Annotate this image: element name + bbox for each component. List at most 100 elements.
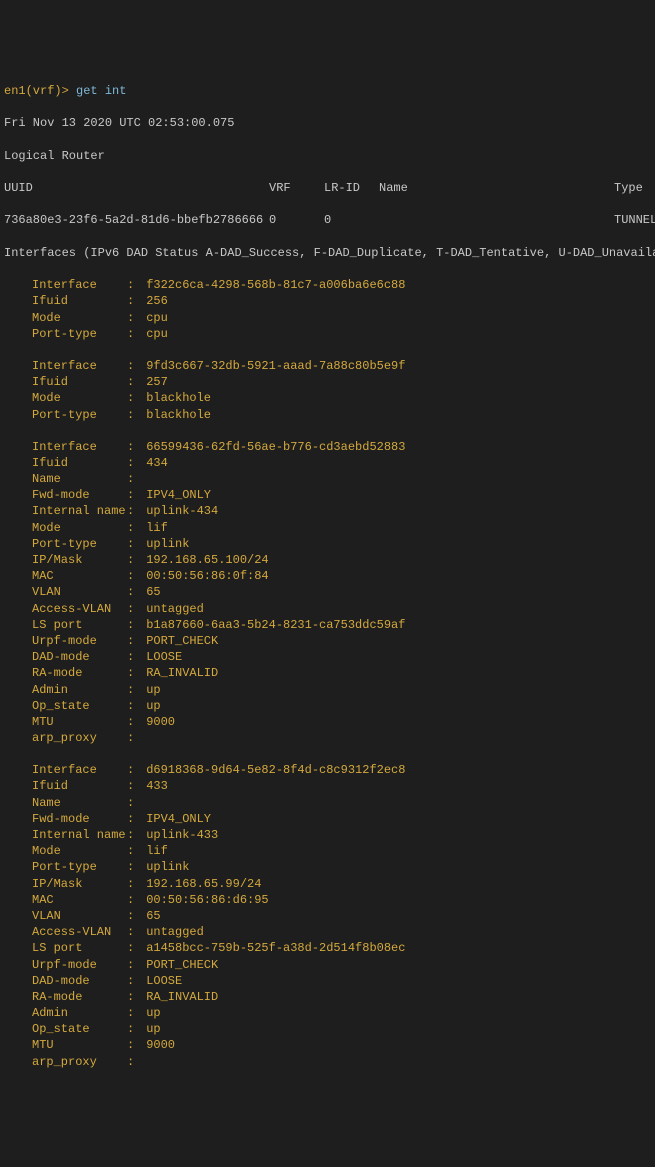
field-colon: :: [127, 827, 139, 843]
field-colon: :: [127, 503, 139, 519]
field-value: a1458bcc-759b-525f-a38d-2d514f8b08ec: [139, 941, 405, 955]
field-value: blackhole: [139, 391, 211, 405]
field-line: Internal name: uplink-434: [4, 503, 651, 519]
field-line: Ifuid: 433: [4, 778, 651, 794]
col-vrf: VRF: [269, 180, 324, 196]
field-colon: :: [127, 277, 139, 293]
field-value: PORT_CHECK: [139, 958, 218, 972]
field-label: Mode: [32, 843, 127, 859]
field-line: Port-type: blackhole: [4, 407, 651, 423]
col-name: Name: [379, 180, 614, 196]
field-label: Ifuid: [32, 293, 127, 309]
field-label: Port-type: [32, 536, 127, 552]
field-label: LS port: [32, 940, 127, 956]
interface-list: Interface: f322c6ca-4298-568b-81c7-a006b…: [4, 277, 651, 1070]
field-colon: :: [127, 1037, 139, 1053]
field-colon: :: [127, 682, 139, 698]
field-colon: :: [127, 908, 139, 924]
field-line: Admin: up: [4, 1005, 651, 1021]
field-value: 192.168.65.99/24: [139, 877, 261, 891]
field-colon: :: [127, 293, 139, 309]
field-label: MTU: [32, 1037, 127, 1053]
field-label: LS port: [32, 617, 127, 633]
field-value: cpu: [139, 327, 168, 341]
field-value: cpu: [139, 311, 168, 325]
field-label: Op_state: [32, 1021, 127, 1037]
col-uuid: UUID: [4, 180, 269, 196]
prompt: en1(vrf)>: [4, 84, 69, 98]
field-label: Name: [32, 795, 127, 811]
field-value: uplink-433: [139, 828, 218, 842]
field-colon: :: [127, 568, 139, 584]
row-lrid: 0: [324, 212, 379, 228]
field-label: Access-VLAN: [32, 924, 127, 940]
field-value: uplink-434: [139, 504, 218, 518]
field-line: Interface: f322c6ca-4298-568b-81c7-a006b…: [4, 277, 651, 293]
field-line: Ifuid: 256: [4, 293, 651, 309]
field-value: PORT_CHECK: [139, 634, 218, 648]
field-line: MTU: 9000: [4, 1037, 651, 1053]
col-lrid: LR-ID: [324, 180, 379, 196]
field-value: lif: [139, 521, 168, 535]
field-colon: :: [127, 407, 139, 423]
field-line: Internal name: uplink-433: [4, 827, 651, 843]
field-line: Mode: cpu: [4, 310, 651, 326]
field-line: Mode: blackhole: [4, 390, 651, 406]
command: get int: [76, 84, 126, 98]
field-colon: :: [127, 326, 139, 342]
data-row: 736a80e3-23f6-5a2d-81d6-bbefb278666600TU…: [4, 212, 651, 228]
field-label: Admin: [32, 682, 127, 698]
field-colon: :: [127, 1005, 139, 1021]
field-line: Urpf-mode: PORT_CHECK: [4, 957, 651, 973]
field-value: RA_INVALID: [139, 990, 218, 1004]
field-label: IP/Mask: [32, 876, 127, 892]
field-value: 66599436-62fd-56ae-b776-cd3aebd52883: [139, 440, 405, 454]
field-line: IP/Mask: 192.168.65.100/24: [4, 552, 651, 568]
field-label: RA-mode: [32, 665, 127, 681]
field-colon: :: [127, 762, 139, 778]
field-colon: :: [127, 973, 139, 989]
field-colon: :: [127, 584, 139, 600]
field-value: b1a87660-6aa3-5b24-8231-ca753ddc59af: [139, 618, 405, 632]
field-label: Interface: [32, 277, 127, 293]
timestamp: Fri Nov 13 2020 UTC 02:53:00.075: [4, 115, 651, 131]
field-line: arp_proxy:: [4, 730, 651, 746]
field-label: Port-type: [32, 326, 127, 342]
field-label: Name: [32, 471, 127, 487]
field-label: Port-type: [32, 407, 127, 423]
field-value: [139, 472, 146, 486]
field-colon: :: [127, 811, 139, 827]
field-colon: :: [127, 665, 139, 681]
field-label: Urpf-mode: [32, 957, 127, 973]
field-value: 9000: [139, 715, 175, 729]
field-label: IP/Mask: [32, 552, 127, 568]
field-value: 9000: [139, 1038, 175, 1052]
field-label: Urpf-mode: [32, 633, 127, 649]
field-label: Internal name: [32, 503, 127, 519]
field-value: up: [139, 1022, 161, 1036]
field-line: Interface: 66599436-62fd-56ae-b776-cd3ae…: [4, 439, 651, 455]
field-value: d6918368-9d64-5e82-8f4d-c8c9312f2ec8: [139, 763, 405, 777]
column-headers: UUIDVRFLR-IDNameType: [4, 180, 651, 196]
field-value: uplink: [139, 860, 189, 874]
field-label: Port-type: [32, 859, 127, 875]
field-line: VLAN: 65: [4, 584, 651, 600]
field-line: Ifuid: 257: [4, 374, 651, 390]
field-colon: :: [127, 633, 139, 649]
field-line: Mode: lif: [4, 520, 651, 536]
field-label: Ifuid: [32, 374, 127, 390]
field-line: Access-VLAN: untagged: [4, 924, 651, 940]
field-line: IP/Mask: 192.168.65.99/24: [4, 876, 651, 892]
field-label: Fwd-mode: [32, 487, 127, 503]
field-value: 00:50:56:86:d6:95: [139, 893, 269, 907]
field-value: untagged: [139, 925, 204, 939]
field-value: up: [139, 1006, 161, 1020]
field-value: LOOSE: [139, 974, 182, 988]
field-line: Access-VLAN: untagged: [4, 601, 651, 617]
field-label: VLAN: [32, 908, 127, 924]
field-label: VLAN: [32, 584, 127, 600]
field-value: 65: [139, 909, 161, 923]
field-colon: :: [127, 1054, 139, 1070]
field-colon: :: [127, 778, 139, 794]
field-line: Name:: [4, 471, 651, 487]
